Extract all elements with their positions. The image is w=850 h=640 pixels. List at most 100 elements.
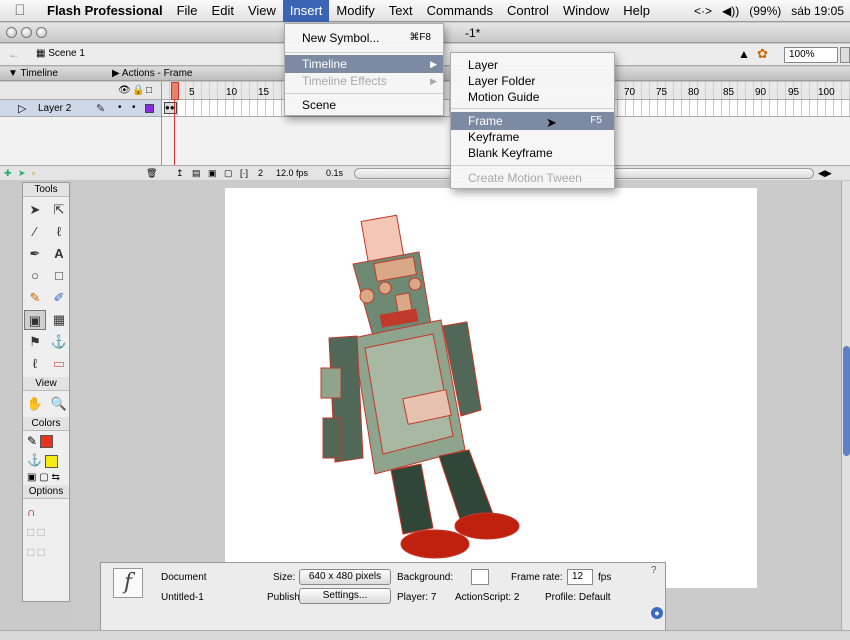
- menu-edit[interactable]: Edit: [205, 0, 241, 22]
- onion-outline-icon[interactable]: ▣: [208, 168, 217, 179]
- layer-outline-color[interactable]: [145, 104, 154, 113]
- center-frame-icon[interactable]: ↥: [176, 168, 184, 179]
- submenu-item-motion-guide[interactable]: Motion Guide: [451, 88, 614, 106]
- frame-rate-input[interactable]: 12: [567, 569, 593, 585]
- edit-scene-icon[interactable]: ▲: [738, 47, 750, 61]
- app-menu[interactable]: Flash Professional: [40, 0, 170, 22]
- rectangle-tool-icon[interactable]: □: [48, 266, 70, 286]
- swap-colors-icon[interactable]: ⇆: [51, 472, 59, 483]
- menu-window[interactable]: Window: [556, 0, 616, 22]
- playhead-handle[interactable]: [171, 82, 179, 100]
- arrow-tool-icon[interactable]: ➤: [24, 200, 46, 220]
- timeline-panel-label: Timeline: [20, 68, 58, 79]
- pen-tool-icon[interactable]: ✒: [24, 244, 46, 264]
- line-tool-icon[interactable]: ∕: [24, 222, 46, 242]
- zoom-dropdown-button[interactable]: [840, 47, 850, 63]
- actionscript-version: ActionScript: 2: [455, 592, 520, 603]
- zoom-window-button[interactable]: [36, 27, 47, 38]
- stage-canvas[interactable]: [225, 188, 757, 588]
- shortcut-label: ⌘F8: [409, 32, 431, 43]
- back-arrow-icon[interactable]: ←: [8, 47, 20, 61]
- menu-modify[interactable]: Modify: [329, 0, 381, 22]
- settings-button[interactable]: Settings...: [299, 588, 391, 604]
- straighten-option-icon[interactable]: □ □: [27, 542, 65, 562]
- default-colors-icon[interactable]: ▣: [27, 472, 36, 483]
- fill-color-swatch[interactable]: [45, 454, 59, 468]
- hand-tool-icon[interactable]: ✋: [24, 394, 46, 414]
- robot-illustration[interactable]: [225, 188, 757, 588]
- edit-symbols-icon[interactable]: ✿: [757, 46, 768, 62]
- insert-menu-dropdown: New Symbol... ⌘F8 Timeline ▶ Timeline Ef…: [284, 23, 444, 116]
- add-layer-icon[interactable]: ✚: [4, 168, 12, 179]
- ink-bottle-tool-icon[interactable]: ⚑: [24, 332, 46, 352]
- player-version: Player: 7: [397, 592, 437, 603]
- doc-name: Untitled-1: [161, 592, 204, 603]
- layer-visible-dot[interactable]: •: [118, 102, 122, 113]
- text-tool-icon[interactable]: A: [48, 244, 70, 264]
- subselect-tool-icon[interactable]: ⇱: [48, 200, 70, 220]
- pencil-tool-icon[interactable]: ✎: [24, 288, 46, 308]
- submenu-item-create-motion-tween: Create Motion Tween: [451, 169, 614, 187]
- stroke-color-swatch[interactable]: [40, 435, 54, 449]
- menu-insert[interactable]: Insert: [282, 0, 330, 22]
- stage-vscrollbar[interactable]: [841, 181, 850, 631]
- volume-icon[interactable]: ◀)): [722, 0, 739, 22]
- eraser-tool-icon[interactable]: ▭: [48, 354, 70, 374]
- accessibility-icon[interactable]: ●: [651, 607, 663, 619]
- menu-view[interactable]: View: [241, 0, 283, 22]
- scroll-thumb[interactable]: [843, 346, 850, 456]
- lasso-tool-icon[interactable]: ℓ: [48, 222, 70, 242]
- timeline-panel-toggle[interactable]: ▼ Timeline: [8, 68, 58, 79]
- snap-magnet-icon[interactable]: ∩: [27, 502, 65, 522]
- onion-markers-icon[interactable]: [·]: [240, 168, 248, 178]
- pencil-icon: ✎: [96, 103, 106, 115]
- add-guide-layer-icon[interactable]: ➤: [18, 168, 26, 179]
- bottom-scrollbar[interactable]: [0, 630, 850, 640]
- size-button[interactable]: 640 x 480 pixels: [299, 569, 391, 585]
- smooth-option-icon[interactable]: □ □: [27, 522, 65, 542]
- menu-item-new-symbol[interactable]: New Symbol... ⌘F8: [285, 29, 443, 47]
- zoom-field[interactable]: 100%: [784, 47, 838, 63]
- submenu-item-blank-keyframe[interactable]: Blank Keyframe: [451, 144, 614, 162]
- fill-transform-tool-icon[interactable]: ▦: [48, 310, 70, 330]
- battery-status[interactable]: (99%): [749, 0, 781, 22]
- eyedropper-tool-icon[interactable]: ℓ: [24, 354, 46, 374]
- menu-item-scene[interactable]: Scene: [285, 96, 443, 114]
- no-color-icon[interactable]: ▢: [39, 472, 48, 483]
- paint-bucket-tool-icon[interactable]: ⚓: [48, 332, 70, 352]
- menu-extras-icon[interactable]: <·>: [694, 0, 712, 22]
- menu-item-timeline[interactable]: Timeline ▶: [285, 55, 443, 73]
- minimize-window-button[interactable]: [21, 27, 32, 38]
- eye-icon[interactable]: 👁: [118, 85, 131, 96]
- onion-skin-icon[interactable]: ▤: [192, 168, 201, 179]
- add-folder-icon[interactable]: ▫: [32, 168, 35, 178]
- oval-tool-icon[interactable]: ○: [24, 266, 46, 286]
- background-color-swatch[interactable]: [471, 569, 489, 585]
- layer-row[interactable]: ▷ Layer 2 ✎ • •: [0, 100, 161, 117]
- tools-panel: Tools ➤ ⇱ ∕ ℓ ✒ A ○ □ ✎ ✐ ▣ ▦ ⚑ ⚓ ℓ ▭ Vi…: [22, 182, 70, 602]
- scene-breadcrumb[interactable]: ▦ Scene 1: [36, 48, 85, 59]
- close-window-button[interactable]: [6, 27, 17, 38]
- menu-item-label: Frame: [468, 114, 503, 128]
- help-icon[interactable]: ?: [651, 565, 657, 576]
- clock[interactable]: sáb 19:05: [791, 0, 844, 22]
- layer-name[interactable]: Layer 2: [38, 103, 71, 114]
- apple-menu-icon[interactable]: : [0, 2, 40, 19]
- menu-control[interactable]: Control: [500, 0, 556, 22]
- ruler-label: 15: [258, 87, 270, 98]
- menu-help[interactable]: Help: [616, 0, 657, 22]
- menu-commands[interactable]: Commands: [420, 0, 500, 22]
- frame-rate-label: Frame rate:: [511, 572, 563, 583]
- edit-multiple-icon[interactable]: ▢: [224, 168, 233, 179]
- menu-text[interactable]: Text: [382, 0, 420, 22]
- lock-icon[interactable]: 🔒: [132, 85, 144, 96]
- delete-layer-icon[interactable]: 🗑: [146, 168, 157, 179]
- layer-lock-dot[interactable]: •: [132, 102, 136, 113]
- actions-panel-toggle[interactable]: ▶ Actions - Frame: [112, 68, 193, 79]
- menu-file[interactable]: File: [170, 0, 205, 22]
- free-transform-tool-icon[interactable]: ▣: [24, 310, 46, 330]
- zoom-tool-icon[interactable]: 🔍: [48, 394, 70, 414]
- outline-icon[interactable]: □: [146, 85, 152, 96]
- scroll-arrows-icon[interactable]: ◀▶: [818, 168, 832, 179]
- brush-tool-icon[interactable]: ✐: [48, 288, 70, 308]
